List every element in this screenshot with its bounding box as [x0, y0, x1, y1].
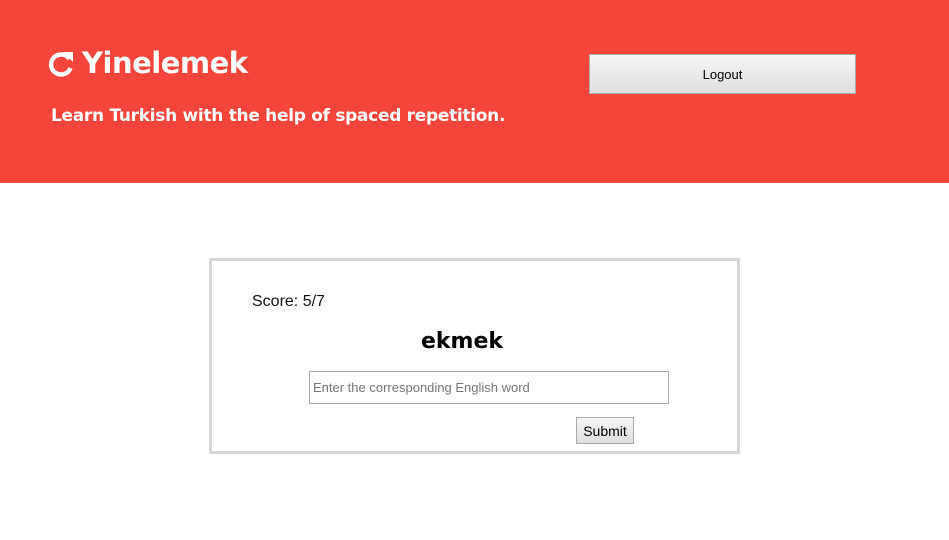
- quiz-card: Score: 5/7 ekmek Submit: [209, 258, 740, 454]
- submit-button[interactable]: Submit: [576, 417, 634, 444]
- quiz-word: ekmek: [420, 329, 504, 354]
- logout-button[interactable]: Logout: [589, 54, 856, 94]
- score-label: Score: 5/7: [252, 293, 325, 310]
- refresh-icon: [46, 48, 76, 78]
- brand: Yinelemek: [46, 46, 248, 80]
- tagline: Learn Turkish with the help of spaced re…: [51, 106, 506, 126]
- app-title: Yinelemek: [82, 46, 248, 80]
- app-header: Yinelemek Learn Turkish with the help of…: [0, 0, 949, 183]
- answer-input[interactable]: [309, 371, 669, 404]
